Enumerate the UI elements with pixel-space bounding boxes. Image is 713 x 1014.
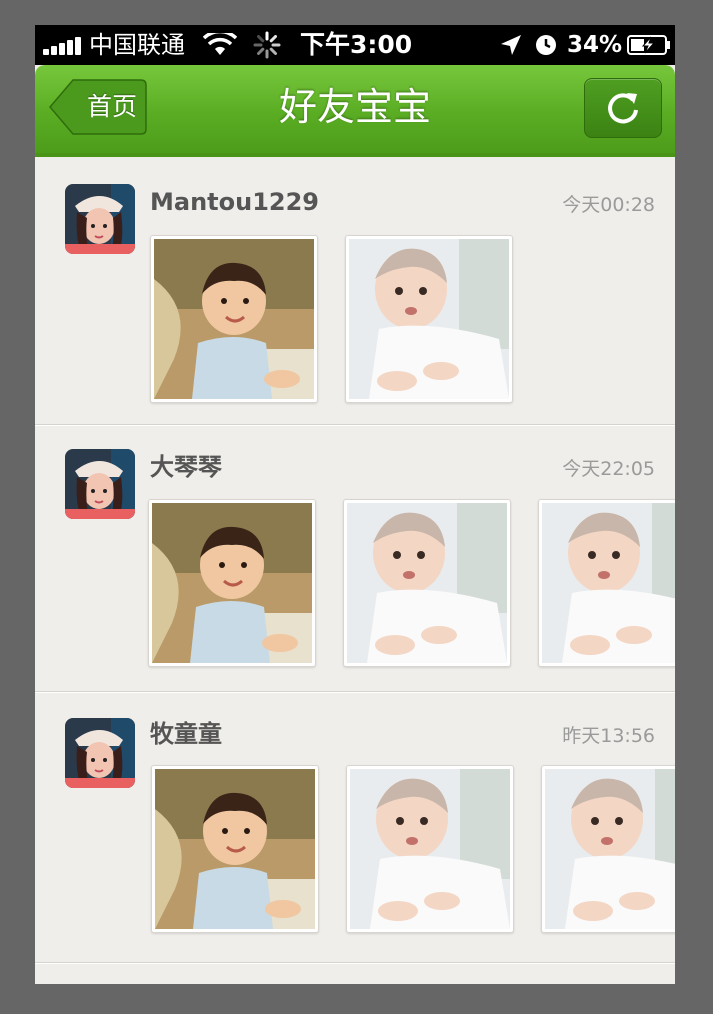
refresh-icon <box>608 93 638 124</box>
battery-percent: 34% <box>567 32 623 58</box>
back-button[interactable]: 首页 <box>49 79 147 135</box>
status-bar: 中国联通 下午3:00 34% <box>35 25 675 65</box>
post-time: 今天22:05 <box>562 458 655 480</box>
list-item[interactable]: 大琴琴 今天22:05 <box>35 425 675 692</box>
avatar[interactable] <box>65 184 135 254</box>
battery-charging-icon <box>627 35 670 55</box>
username[interactable]: 大琴琴 <box>150 453 222 481</box>
photo-thumbnail[interactable] <box>541 765 675 933</box>
username[interactable]: 牧童童 <box>150 720 222 748</box>
back-button-label: 首页 <box>86 92 137 121</box>
navigation-bar: 首页 好友宝宝 <box>35 65 675 157</box>
wifi-icon <box>203 33 237 55</box>
activity-spinner-icon <box>253 31 281 59</box>
photo-thumbnail[interactable] <box>345 235 513 403</box>
photo-thumbnail[interactable] <box>538 499 675 667</box>
location-arrow-icon <box>501 35 521 55</box>
username[interactable]: Mantou1229 <box>150 188 319 216</box>
photo-thumbnail[interactable] <box>148 499 316 667</box>
list-item[interactable]: 牧童童 昨天13:56 <box>35 692 675 963</box>
carrier-name: 中国联通 <box>89 31 185 59</box>
list-item[interactable]: Mantou1229 今天00:28 <box>35 158 675 425</box>
clock-time: 下午3:00 <box>300 30 413 59</box>
post-time: 昨天13:56 <box>562 725 655 747</box>
post-time: 今天00:28 <box>562 194 655 216</box>
photo-thumbnail[interactable] <box>343 499 511 667</box>
avatar[interactable] <box>65 449 135 519</box>
page-title: 好友宝宝 <box>278 85 431 129</box>
clock-icon <box>536 35 556 55</box>
phone-screen: 中国联通 下午3:00 34% 首页 好友宝宝 Mantou1229 今天00:… <box>35 25 675 984</box>
avatar[interactable] <box>65 718 135 788</box>
refresh-button[interactable] <box>584 78 662 138</box>
photo-thumbnail[interactable] <box>346 765 514 933</box>
photo-thumbnail[interactable] <box>151 765 319 933</box>
photo-thumbnail[interactable] <box>150 235 318 403</box>
